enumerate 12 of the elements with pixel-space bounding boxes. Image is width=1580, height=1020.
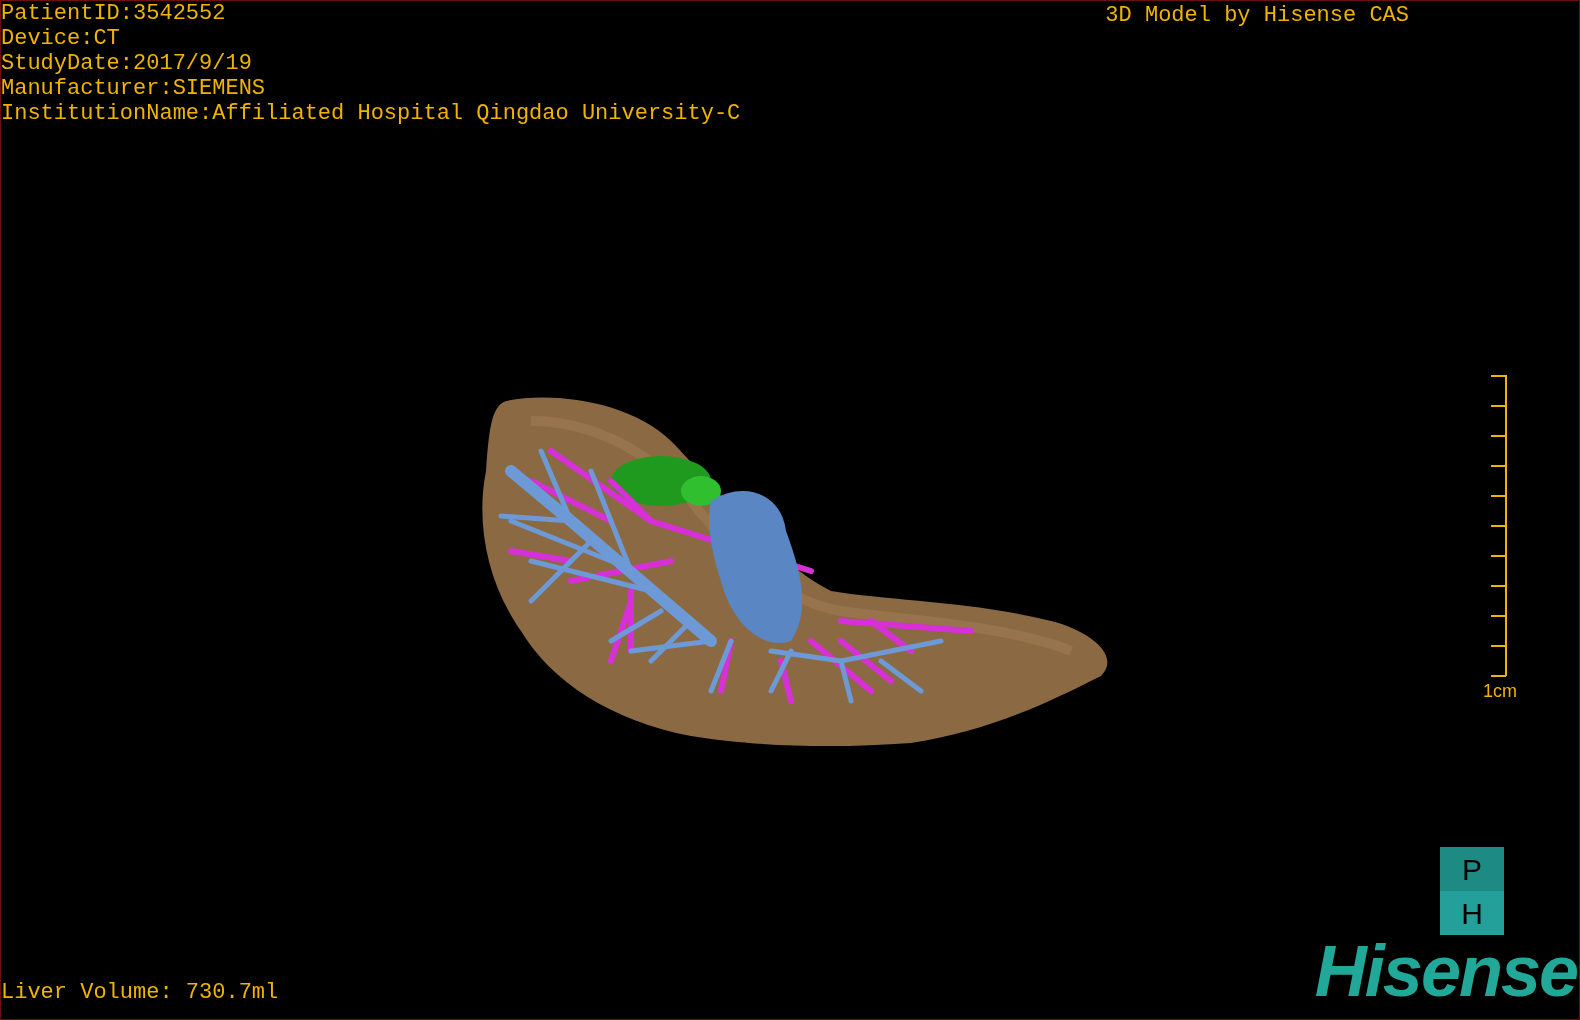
logo-badge-letter: H	[1440, 891, 1504, 935]
liver-volume-text: Liver Volume: 730.7ml	[1, 980, 279, 1005]
info-text: Device:CT	[1, 26, 121, 51]
info-text: PatientID:3542552	[1, 1, 227, 26]
info-text: InstitutionName:Affiliated Hospital Qingdao University-C	[1, 101, 741, 126]
scale-label: 1cm	[1483, 682, 1517, 700]
scale-ruler-icon	[1489, 374, 1509, 678]
title-text: 3D Model by Hisense CAS	[1105, 2, 1409, 30]
logo-badge-letter: P	[1440, 847, 1504, 891]
info-text: Manufacturer:SIEMENS	[1, 76, 267, 101]
info-text: StudyDate:2017/9/19	[1, 51, 253, 76]
brand-wordmark: Hisense	[1314, 935, 1577, 1007]
